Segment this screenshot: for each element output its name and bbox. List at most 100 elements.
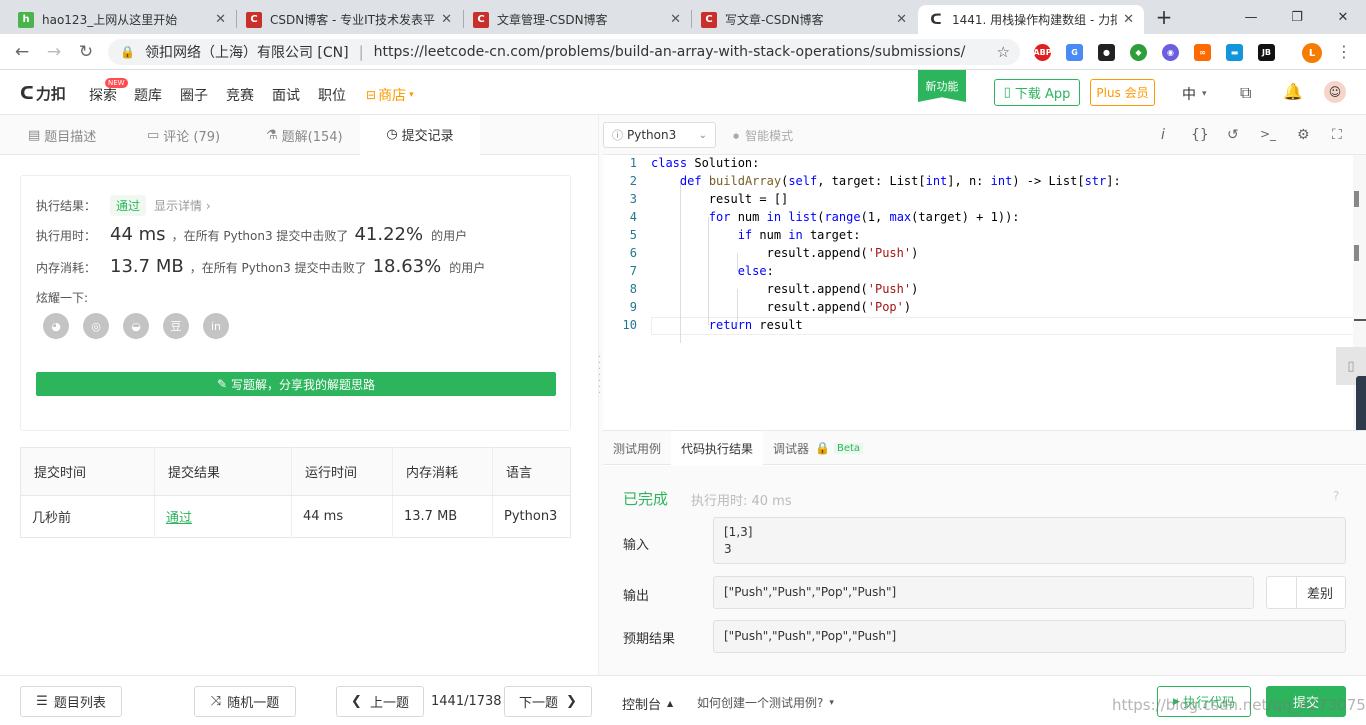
nav-problems[interactable]: 题库: [134, 85, 162, 105]
nav-store[interactable]: ⊟ 商店 ▾: [366, 85, 414, 105]
nav-circle[interactable]: 圈子: [180, 85, 208, 105]
maximize-button[interactable]: ❐: [1274, 0, 1320, 34]
format-braces-icon[interactable]: {}: [1191, 127, 1209, 143]
code-editor[interactable]: 1 2 3 4 5 6 7 8 9 10 class Solution: def…: [603, 155, 1357, 430]
new-tab-button[interactable]: +: [1146, 0, 1182, 34]
download-app-button[interactable]: ▯ 下载 App: [994, 79, 1080, 106]
close-icon[interactable]: ✕: [1123, 12, 1134, 27]
table-row[interactable]: 几秒前 通过 44 ms 13.7 MB Python3: [20, 495, 571, 538]
translate-icon[interactable]: G: [1066, 44, 1083, 61]
qq-icon[interactable]: ◒: [123, 313, 149, 339]
new-feature-ribbon[interactable]: 新功能: [918, 70, 966, 102]
url-text[interactable]: https://leetcode-cn.com/problems/build-a…: [374, 44, 966, 60]
console-toggle[interactable]: 控制台 ▲: [622, 694, 673, 713]
extension-icon[interactable]: ▬: [1226, 44, 1243, 61]
bell-icon[interactable]: 🔔: [1283, 82, 1303, 101]
line-number: 9: [629, 300, 637, 314]
tab-testcase[interactable]: 测试用例: [603, 431, 671, 465]
playground-icon[interactable]: ⧉: [1240, 83, 1251, 103]
terminal-icon[interactable]: >_: [1260, 127, 1276, 141]
leetcode-logo-icon: ᑕ: [20, 83, 34, 104]
minimize-button[interactable]: —: [1228, 0, 1274, 34]
prev-button[interactable]: ❮ 上一题: [336, 686, 424, 717]
tab-comments[interactable]: ▭ 评论 (79): [147, 115, 220, 155]
watermark-text: https://blog.csdn.net/qq_42730750: [1112, 696, 1366, 714]
smart-mode-toggle[interactable]: ● 智能模式: [733, 127, 793, 144]
logo[interactable]: ᑕ 力扣: [20, 83, 66, 104]
close-icon[interactable]: ✕: [441, 12, 452, 27]
browser-tab-leetcode[interactable]: ᑕ 1441. 用栈操作构建数组 - 力扣 ✕: [918, 5, 1144, 34]
tab-debugger[interactable]: 调试器 🔒 Beta: [773, 431, 864, 465]
clock-icon: ◷: [386, 127, 398, 142]
settings-icon[interactable]: ⚙: [1297, 127, 1310, 143]
download-app-label: 下载 App: [1014, 87, 1071, 102]
line-number: 1: [629, 156, 637, 170]
scroll-marker: [1354, 191, 1359, 207]
submit-result-link[interactable]: 通过: [154, 495, 292, 538]
browser-tab-csdn[interactable]: C CSDN博客 - 专业IT技术发表平 ✕: [236, 5, 462, 34]
extension-icon[interactable]: ●: [1098, 44, 1115, 61]
browser-tab-article-manage[interactable]: C 文章管理-CSDN博客 ✕: [463, 5, 691, 34]
info-icon[interactable]: i: [1161, 127, 1165, 143]
random-label: 随机一题: [227, 696, 280, 711]
user-avatar[interactable]: ☺: [1324, 81, 1346, 103]
plus-button[interactable]: Plus 会员: [1090, 79, 1155, 106]
reset-icon[interactable]: ↺: [1227, 127, 1239, 143]
extension-icon[interactable]: ◉: [1162, 44, 1179, 61]
forward-icon[interactable]: →: [44, 42, 64, 62]
next-button[interactable]: 下一题 ❯: [504, 686, 592, 717]
show-details-link[interactable]: 显示详情 ›: [154, 197, 211, 214]
nav-interview[interactable]: 面试: [272, 85, 300, 105]
language-switch[interactable]: 中 ▾: [1182, 84, 1207, 104]
tab-description[interactable]: ▤ 题目描述: [28, 115, 96, 155]
diff-toggle[interactable]: 差别: [1266, 576, 1346, 609]
lock-icon: 🔒: [120, 45, 135, 59]
shuffle-icon: ⤨: [210, 694, 222, 709]
write-solution-button[interactable]: ✎ 写题解，分享我的解题思路: [36, 372, 556, 396]
drag-handle-icon: · · · · · · ·: [598, 352, 602, 399]
close-icon[interactable]: ✕: [670, 12, 681, 27]
browser-tab-write-article[interactable]: C 写文章-CSDN博客 ✕: [691, 5, 917, 34]
fullscreen-icon[interactable]: ⛶: [1332, 127, 1342, 143]
profile-avatar[interactable]: L: [1302, 43, 1322, 63]
reload-icon[interactable]: ↻: [76, 42, 96, 62]
file-icon: ▤: [28, 127, 41, 143]
jetbrains-icon[interactable]: JB: [1258, 44, 1275, 61]
tab-solutions[interactable]: ⚗ 题解(154): [266, 115, 343, 155]
menu-icon[interactable]: ⋮: [1334, 42, 1354, 62]
douban-icon[interactable]: 豆: [163, 313, 189, 339]
tab-submissions[interactable]: ◷ 提交记录: [360, 115, 480, 155]
browser-tab-hao123[interactable]: h hao123_上网从这里开始 ✕: [8, 5, 236, 34]
extension-icon[interactable]: ◆: [1130, 44, 1147, 61]
site-identity[interactable]: 领扣网络（上海）有限公司 [CN]: [145, 42, 349, 62]
chevron-down-icon: ▾: [1202, 89, 1207, 99]
nav-jobs[interactable]: 职位: [318, 85, 346, 105]
nav-contest[interactable]: 竞赛: [226, 85, 254, 105]
problem-list-button[interactable]: ☰ 题目列表: [20, 686, 122, 717]
side-widget[interactable]: [1356, 376, 1366, 436]
line-number: 4: [629, 210, 637, 224]
back-icon[interactable]: ←: [12, 42, 32, 62]
how-testcase-link[interactable]: 如何创建一个测试用例? ▾: [697, 694, 834, 711]
close-icon[interactable]: ✕: [896, 12, 907, 27]
problem-tabs: ▤ 题目描述 ▭ 评论 (79) ⚗ 题解(154) ◷ 提交记录: [0, 115, 598, 155]
adblock-icon[interactable]: ABP: [1033, 44, 1052, 61]
weibo-icon[interactable]: ◎: [83, 313, 109, 339]
nav-explore[interactable]: 探索: [89, 85, 117, 105]
memory-value: 13.7 MB: [110, 256, 184, 277]
tab-run-result[interactable]: 代码执行结果: [671, 431, 763, 465]
close-window-button[interactable]: ✕: [1320, 0, 1366, 34]
omnibox[interactable]: 🔒 领扣网络（上海）有限公司 [CN] | https://leetcode-c…: [108, 39, 1020, 65]
submit-time-cell: 几秒前: [20, 495, 155, 538]
wechat-icon[interactable]: ◕: [43, 313, 69, 339]
extension-icon[interactable]: ∞: [1194, 44, 1211, 61]
close-icon[interactable]: ✕: [215, 12, 226, 27]
random-button[interactable]: ⤨ 随机一题: [194, 686, 296, 717]
memory-label: 内存消耗：: [36, 261, 97, 275]
linkedin-icon[interactable]: in: [203, 313, 229, 339]
help-icon[interactable]: ?: [1333, 489, 1339, 503]
language-select[interactable]: ⓘ Python3 ⌄: [603, 122, 716, 148]
logo-text: 力扣: [35, 85, 66, 103]
star-icon[interactable]: ☆: [997, 43, 1010, 61]
chevron-up-icon: ▲: [667, 699, 674, 708]
